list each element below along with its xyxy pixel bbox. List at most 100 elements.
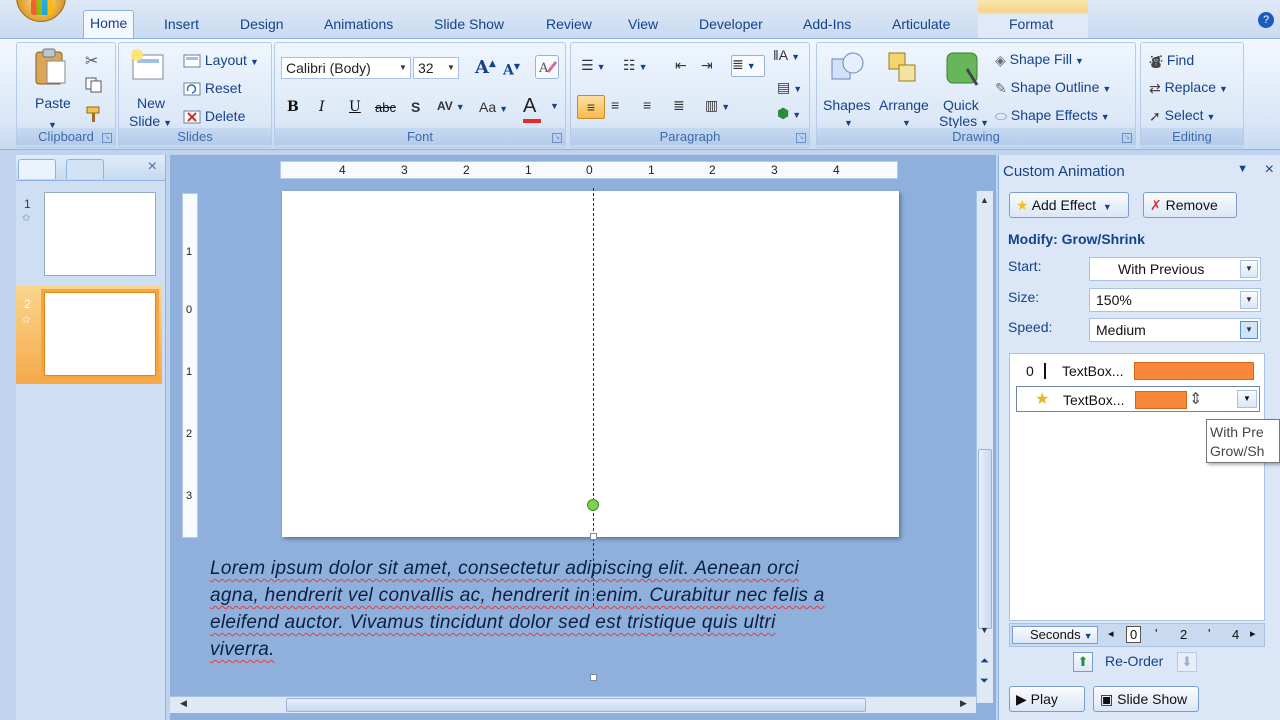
tab-add-ins[interactable]: Add-Ins [797, 12, 857, 38]
decrease-indent-icon[interactable]: ⇤ [675, 57, 687, 74]
tab-view[interactable]: View [622, 12, 664, 38]
slides-tab[interactable] [18, 159, 56, 179]
bullets-icon[interactable]: ☰ ▼ [581, 57, 605, 74]
tab-animations[interactable]: Animations [318, 12, 399, 38]
scroll-left-icon[interactable]: ◀ [180, 698, 187, 709]
format-painter-icon[interactable] [85, 105, 103, 126]
seconds-dropdown[interactable]: Seconds ▼ [1012, 626, 1098, 644]
copy-icon[interactable] [85, 77, 103, 96]
clear-formatting-icon[interactable]: A [535, 55, 559, 79]
drawing-dialog-launcher-icon[interactable]: ↘ [1122, 133, 1132, 143]
chevron-down-icon[interactable]: ▼ [1240, 260, 1258, 278]
slide-thumbnail-1[interactable] [44, 192, 156, 276]
size-select[interactable]: 150% ▼ [1089, 288, 1261, 312]
bold-icon[interactable]: B [287, 99, 299, 115]
start-select[interactable]: With Previous ▼ [1089, 257, 1261, 281]
character-spacing-icon[interactable]: AV ▼ [437, 99, 465, 113]
quick-styles-button[interactable] [945, 49, 981, 89]
arrange-button[interactable] [885, 49, 921, 89]
scrollbar-thumb[interactable] [286, 698, 866, 712]
move-down-icon[interactable]: ⬇ [1177, 652, 1197, 672]
clipboard-dialog-launcher-icon[interactable]: ↘ [102, 133, 112, 143]
remove-button[interactable]: ✗ Remove [1143, 192, 1237, 218]
close-icon[interactable]: × [1265, 161, 1274, 179]
chevron-down-icon[interactable]: ▼ [1237, 390, 1257, 408]
shapes-button[interactable] [829, 49, 865, 89]
font-size-combo[interactable]: 32 ▼ [413, 57, 459, 79]
zoom-out-icon[interactable]: ◂ [1108, 627, 1114, 640]
tab-design[interactable]: Design [234, 12, 290, 38]
shape-effects-button[interactable]: ⬭ Shape Effects ▼ [995, 107, 1110, 125]
cut-icon[interactable]: ✂ [85, 51, 98, 71]
tab-format[interactable]: Format [1003, 12, 1059, 38]
font-color-icon[interactable]: A ▼ [523, 95, 559, 123]
scroll-up-icon[interactable]: ▲ [980, 195, 989, 205]
shape-fill-button[interactable]: ◈ Shape Fill ▼ [995, 51, 1084, 69]
add-effect-button[interactable]: ★ Add Effect ▼ [1009, 192, 1129, 218]
chevron-down-icon[interactable]: ▼ [1240, 291, 1258, 309]
zoom-in-icon[interactable]: ▸ [1250, 627, 1256, 640]
slide-canvas[interactable] [282, 191, 899, 537]
help-icon[interactable]: ? [1258, 12, 1274, 28]
find-button[interactable]: ⛇ Find [1149, 51, 1194, 72]
shrink-font-icon[interactable]: A▼ [503, 61, 520, 79]
tab-insert[interactable]: Insert [158, 12, 205, 38]
animation-item-selected[interactable]: ★ TextBox... ⇕ ▼ [1016, 386, 1260, 412]
replace-button[interactable]: ⇄ Replace ▼ [1149, 79, 1228, 97]
italic-icon[interactable]: I [319, 99, 325, 115]
font-dialog-launcher-icon[interactable]: ↘ [552, 133, 562, 143]
chevron-down-icon[interactable]: ▼ [444, 58, 458, 78]
chevron-down-icon[interactable]: ▼ [396, 58, 410, 78]
move-up-icon[interactable]: ⬆ [1073, 652, 1093, 672]
scrollbar-thumb[interactable] [978, 449, 992, 629]
timing-bar[interactable] [1134, 362, 1254, 380]
delete-button[interactable]: Delete [183, 108, 245, 124]
layout-button[interactable]: Layout ▼ [183, 52, 259, 68]
slide-show-button[interactable]: ▣ Slide Show [1093, 686, 1199, 712]
animation-item[interactable]: 0 TextBox... [1016, 358, 1260, 384]
play-button[interactable]: ▶ Play [1009, 686, 1085, 712]
paste-button[interactable] [33, 47, 69, 87]
change-case-icon[interactable]: Aa ▼ [479, 99, 508, 115]
vertical-scrollbar[interactable]: ▲ ▼ [976, 191, 993, 703]
scroll-down-icon[interactable]: ▼ [980, 625, 989, 635]
select-button[interactable]: ➚ Select ▼ [1149, 107, 1215, 125]
tab-review[interactable]: Review [540, 12, 598, 38]
scroll-right-icon[interactable]: ▶ [960, 698, 967, 709]
strikethrough-icon[interactable]: abc [375, 100, 396, 115]
close-icon[interactable]: × [148, 158, 157, 176]
next-slide-icon[interactable]: ⏷ [980, 675, 989, 688]
reset-button[interactable]: Reset [183, 80, 241, 96]
align-text-icon[interactable]: ▤ ▼ [777, 79, 802, 96]
resize-handle[interactable] [590, 533, 597, 540]
chevron-down-icon[interactable]: ▼ [1240, 321, 1258, 339]
resize-handle[interactable] [590, 674, 597, 681]
align-center-icon[interactable]: ≡ [611, 97, 619, 113]
text-shadow-icon[interactable]: S [411, 99, 420, 115]
smartart-icon[interactable]: ⬢ ▼ [777, 105, 801, 122]
paragraph-dialog-launcher-icon[interactable]: ↘ [796, 133, 806, 143]
align-left-icon[interactable]: ≡ [577, 95, 605, 119]
text-direction-icon[interactable]: ǁA ▼ [773, 47, 800, 63]
timing-bar[interactable] [1135, 391, 1187, 409]
tab-articulate[interactable]: Articulate [886, 12, 956, 38]
increase-indent-icon[interactable]: ⇥ [701, 57, 713, 74]
align-right-icon[interactable]: ≡ [643, 97, 651, 113]
font-family-combo[interactable]: Calibri (Body) ▼ [281, 57, 411, 79]
underline-icon[interactable]: U [349, 99, 361, 115]
outline-tab[interactable] [66, 159, 104, 179]
tab-slide-show[interactable]: Slide Show [428, 12, 510, 38]
shape-outline-button[interactable]: ✎ Shape Outline ▼ [995, 79, 1111, 97]
pane-menu-icon[interactable]: ▼ [1237, 163, 1248, 175]
speed-select[interactable]: Medium ▼ [1089, 318, 1261, 342]
columns-icon[interactable]: ▥ ▼ [705, 97, 730, 114]
slide-thumbnail-2[interactable] [41, 289, 159, 379]
tab-developer[interactable]: Developer [693, 12, 769, 38]
arrange-dropdown[interactable]: ▼ [899, 113, 911, 129]
rotation-handle[interactable] [587, 499, 599, 511]
tab-home[interactable]: Home [83, 10, 135, 39]
horizontal-scrollbar[interactable]: ◀ ▶ [170, 696, 976, 713]
grow-font-icon[interactable]: A▲ [475, 57, 496, 78]
office-button[interactable] [16, 0, 66, 22]
numbering-icon[interactable]: ☷ ▼ [623, 57, 647, 74]
